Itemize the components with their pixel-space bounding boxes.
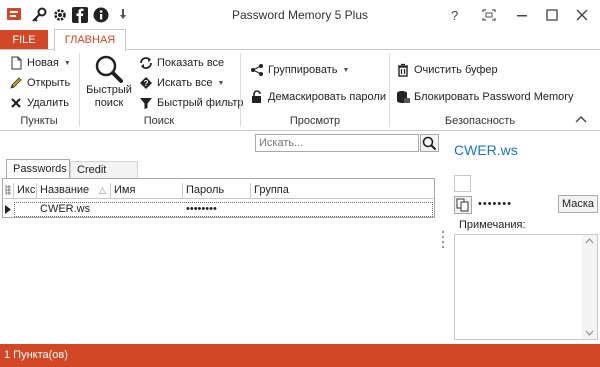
panel-splitter[interactable] xyxy=(441,230,445,248)
row-header-corner xyxy=(3,183,14,198)
search-icon xyxy=(422,136,437,151)
notes-scrollbar[interactable] xyxy=(582,235,597,339)
open-label: Открыть xyxy=(27,77,71,89)
search-button[interactable] xyxy=(420,134,439,152)
notes-textarea[interactable] xyxy=(454,234,598,340)
unmask-passwords-label: Демаскировать пароли xyxy=(268,91,386,103)
status-bar: 1 Пункта(ов) xyxy=(0,344,600,367)
notes-label: Примечания: xyxy=(459,219,526,231)
search-all-button[interactable]: ? Искать все ▼ xyxy=(139,74,224,92)
col-header-name[interactable]: Название △ xyxy=(37,183,111,198)
tab-credit-cards[interactable]: Credit Cards xyxy=(70,161,138,193)
window-title: Password Memory 5 Plus xyxy=(231,8,369,22)
filter-icon xyxy=(139,96,153,110)
group-label-search: Поиск xyxy=(143,115,175,127)
col-header-x[interactable]: Икс xyxy=(14,183,37,198)
open-button[interactable]: Открыть xyxy=(9,74,70,92)
quick-filter-label: Быстрый фильтр xyxy=(157,97,244,109)
quick-search-label-2: поиск xyxy=(94,97,124,109)
facebook-icon[interactable] xyxy=(72,7,88,23)
show-all-button[interactable]: Показать все xyxy=(139,54,224,72)
quick-search-label-1: Быстрый xyxy=(86,84,132,96)
entry-title[interactable]: CWER.ws xyxy=(454,142,518,158)
sort-indicator-icon: △ xyxy=(99,185,106,195)
pin-icon[interactable] xyxy=(119,9,127,21)
info-icon[interactable] xyxy=(93,7,109,23)
col-header-group[interactable]: Группа xyxy=(251,183,434,198)
entry-checkbox[interactable] xyxy=(454,175,471,192)
row-name: CWER.ws xyxy=(40,203,91,215)
search-all-label: Искать все xyxy=(157,77,213,89)
delete-x-icon xyxy=(9,96,23,110)
delete-label: Удалить xyxy=(27,97,69,109)
password-value: ••••••• xyxy=(478,198,512,210)
col-name-label: Название xyxy=(40,184,90,196)
minimize-button[interactable] xyxy=(510,5,534,25)
database-lock-icon xyxy=(396,90,410,104)
row-password: •••••••• xyxy=(186,203,217,215)
lock-app-label: Блокировать Password Memory xyxy=(414,91,574,103)
group-icon xyxy=(250,63,264,77)
show-all-label: Показать все xyxy=(157,57,225,69)
lock-app-button[interactable]: Блокировать Password Memory xyxy=(396,88,573,106)
delete-button[interactable]: Удалить xyxy=(9,94,69,112)
close-button[interactable] xyxy=(570,5,594,25)
new-label: Новая xyxy=(27,57,59,69)
edit-icon xyxy=(9,76,23,90)
trash-icon xyxy=(396,63,410,77)
quick-filter-button[interactable]: Быстрый фильтр xyxy=(139,94,244,112)
mask-button[interactable]: Маска xyxy=(558,195,598,213)
group-by-button[interactable]: Группировать ▼ xyxy=(250,61,349,79)
gear-icon[interactable] xyxy=(52,7,68,23)
new-document-icon xyxy=(9,56,23,70)
fullscreen-button[interactable] xyxy=(477,5,501,25)
question-shield-icon: ? xyxy=(139,76,153,90)
svg-text:?: ? xyxy=(144,79,149,88)
quick-search-button[interactable]: Быстрый поиск xyxy=(84,54,134,112)
new-button[interactable]: Новая ▼ xyxy=(9,54,71,72)
tab-home[interactable]: ГЛАВНАЯ xyxy=(54,29,126,51)
tab-passwords[interactable]: Passwords xyxy=(6,159,70,178)
group-by-label: Группировать xyxy=(268,64,338,76)
group-label-view: Просмотр xyxy=(289,115,341,127)
group-label-security: Безопасность xyxy=(444,115,516,127)
col-header-user[interactable]: Имя xyxy=(111,183,183,198)
group-label-items: Пункты xyxy=(20,115,58,127)
tab-file[interactable]: FILE xyxy=(0,30,48,50)
clear-buffer-label: Очистить буфер xyxy=(414,64,498,76)
show-all-icon xyxy=(139,56,153,70)
key-icon[interactable] xyxy=(31,7,47,23)
search-input[interactable] xyxy=(255,134,419,152)
app-logo-icon xyxy=(6,6,22,22)
col-header-password[interactable]: Пароль xyxy=(183,183,251,198)
row-selected-icon xyxy=(5,205,11,214)
collapse-ribbon-icon[interactable] xyxy=(574,114,588,124)
unlock-icon xyxy=(250,90,264,104)
clear-buffer-button[interactable]: Очистить буфер xyxy=(396,61,498,79)
copy-icon xyxy=(456,198,469,212)
unmask-passwords-button[interactable]: Демаскировать пароли xyxy=(250,88,386,106)
magnifier-icon xyxy=(94,54,124,84)
help-button[interactable]: ? xyxy=(443,5,467,25)
status-text: 1 Пункта(ов) xyxy=(4,349,68,361)
maximize-button[interactable] xyxy=(540,5,564,25)
copy-password-button[interactable] xyxy=(454,196,472,214)
svg-text:?: ? xyxy=(451,8,458,23)
